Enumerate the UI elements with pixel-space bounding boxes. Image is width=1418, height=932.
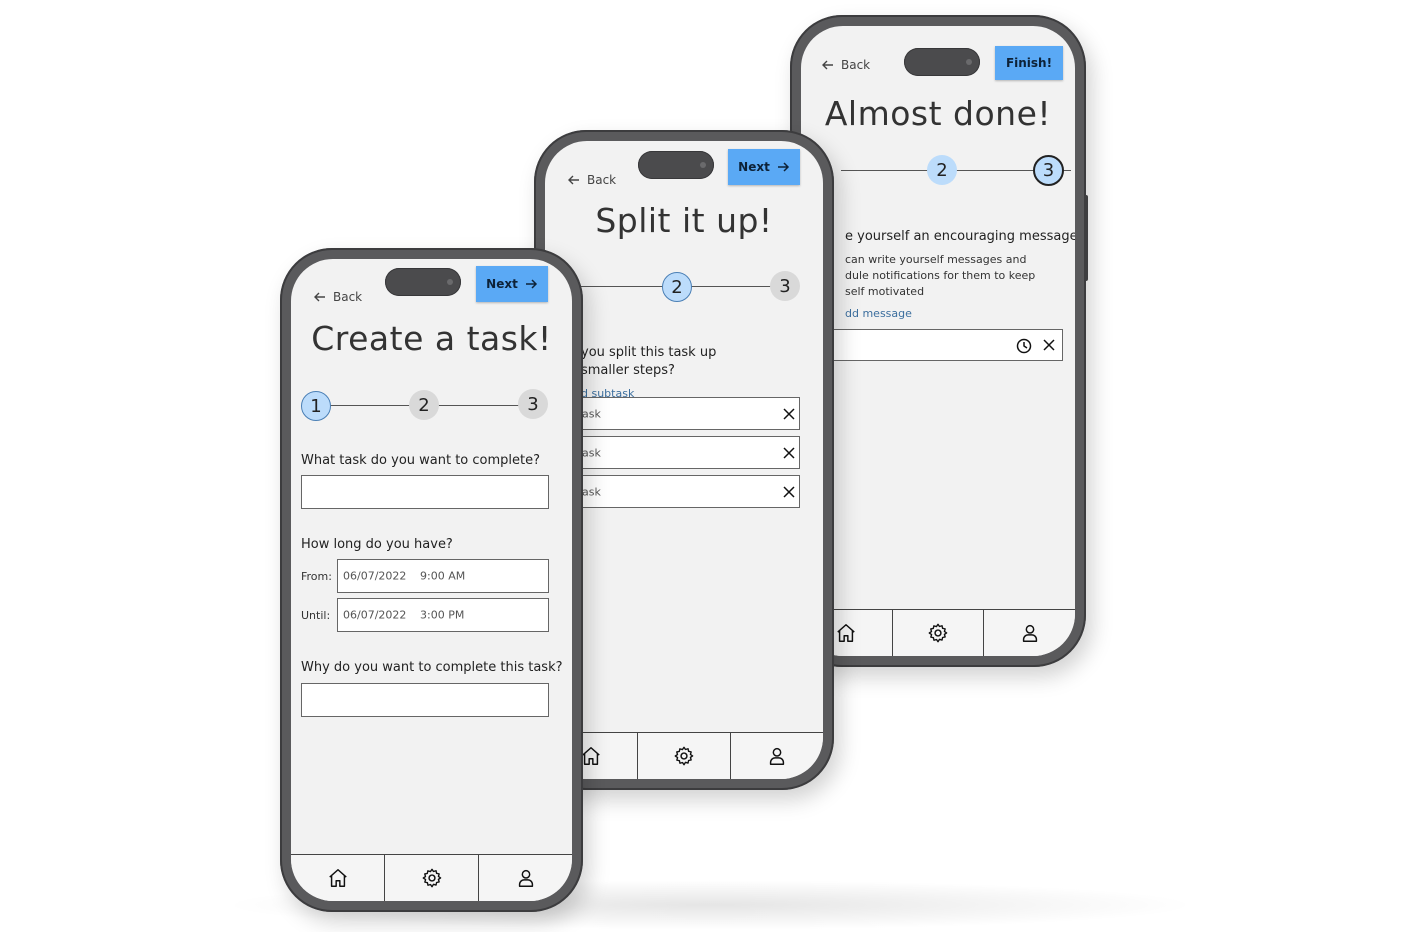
home-icon: [582, 747, 600, 765]
arrow-right-icon: [777, 162, 789, 172]
nav-settings[interactable]: [893, 610, 985, 656]
dynamic-island: [904, 48, 980, 76]
next-button[interactable]: Next: [728, 149, 800, 185]
screen: Back Finish! Almost done! 2 3 e yourself…: [801, 26, 1075, 656]
phone-step-1: Back Next Create a task! 1 2 3 What task…: [280, 248, 583, 912]
message-desc-2: dule notifications for them to keep: [845, 269, 1036, 282]
message-desc-3: self motivated: [845, 285, 925, 298]
back-label: Back: [333, 290, 363, 304]
step-3: 3: [518, 389, 548, 419]
dynamic-island: [638, 151, 714, 179]
home-icon: [328, 869, 347, 887]
phone-step-3: Back Finish! Almost done! 2 3 e yourself…: [790, 15, 1088, 667]
until-datetime-input[interactable]: 06/07/2022 3:00 PM: [337, 598, 549, 632]
user-icon: [518, 869, 533, 887]
subtask-placeholder: ask: [582, 407, 601, 420]
page-title: Split it up!: [595, 201, 773, 240]
until-date: 06/07/2022: [343, 608, 407, 622]
finish-button[interactable]: Finish!: [995, 46, 1063, 80]
subtask-placeholder: ask: [582, 485, 601, 498]
next-button[interactable]: Next: [476, 266, 548, 302]
nav-profile[interactable]: [479, 855, 572, 901]
from-label: From:: [301, 570, 332, 583]
nav-profile[interactable]: [984, 610, 1075, 656]
subtask-input-2[interactable]: ask: [573, 436, 800, 469]
arrow-left-icon: [314, 292, 325, 302]
why-question: Why do you want to complete this task?: [301, 660, 563, 675]
step-2: 2: [927, 155, 957, 185]
until-label: Until:: [301, 609, 331, 622]
from-datetime-input[interactable]: 06/07/2022 9:00 AM: [337, 559, 549, 593]
screen: Back Next Split it up! 2 3 you split thi…: [545, 141, 823, 779]
from-time: 9:00 AM: [420, 569, 466, 583]
gear-icon: [674, 746, 694, 766]
clock-icon[interactable]: [1016, 338, 1032, 354]
step-2: 2: [662, 272, 692, 302]
task-question: What task do you want to complete?: [301, 453, 541, 468]
message-desc-1: can write yourself messages and: [845, 253, 1027, 266]
nav-settings[interactable]: [385, 855, 479, 901]
close-icon[interactable]: [1042, 338, 1056, 352]
split-question-2: smaller steps?: [581, 363, 675, 378]
back-button[interactable]: Back: [313, 290, 362, 304]
task-input[interactable]: [301, 475, 549, 509]
subtask-input-3[interactable]: ask: [573, 475, 800, 508]
back-label: Back: [841, 58, 871, 72]
subtask-input-1[interactable]: ask: [573, 397, 800, 430]
step-3: 3: [770, 271, 800, 301]
add-message-link[interactable]: dd message: [845, 307, 912, 320]
page-title: Almost done!: [824, 94, 1052, 133]
arrow-left-icon: [568, 175, 579, 185]
close-icon[interactable]: [782, 407, 796, 421]
user-icon: [769, 747, 785, 765]
message-heading: e yourself an encouraging message: [845, 229, 1075, 244]
why-input[interactable]: [301, 683, 549, 717]
back-label: Back: [587, 173, 617, 187]
nav-home[interactable]: [291, 855, 385, 901]
subtask-placeholder: ask: [582, 446, 601, 459]
split-question-1: you split this task up: [581, 345, 717, 360]
screen: Back Next Create a task! 1 2 3 What task…: [291, 259, 572, 901]
nav-profile[interactable]: [731, 733, 823, 779]
next-label: Next: [738, 160, 770, 174]
until-time: 3:00 PM: [420, 608, 465, 622]
message-input[interactable]: [831, 329, 1063, 361]
close-icon[interactable]: [782, 485, 796, 499]
nav-settings[interactable]: [638, 733, 731, 779]
step-1: 1: [301, 391, 331, 421]
bottom-nav: [291, 854, 572, 901]
user-icon: [1022, 624, 1037, 642]
arrow-left-icon: [822, 60, 833, 70]
time-question: How long do you have?: [301, 537, 453, 552]
finish-label: Finish!: [1005, 56, 1053, 70]
next-label: Next: [486, 277, 518, 291]
back-button[interactable]: Back: [567, 173, 616, 187]
gear-icon: [928, 623, 948, 643]
home-icon: [837, 624, 856, 642]
step-3: 3: [1033, 155, 1064, 186]
gear-icon: [422, 868, 441, 888]
page-title: Create a task!: [311, 319, 552, 358]
back-button[interactable]: Back: [821, 58, 870, 72]
bottom-nav: [801, 609, 1075, 656]
dynamic-island: [385, 268, 461, 296]
close-icon[interactable]: [782, 446, 796, 460]
side-button: [1084, 195, 1088, 281]
arrow-right-icon: [525, 279, 537, 289]
step-2: 2: [409, 390, 439, 420]
from-date: 06/07/2022: [343, 569, 407, 583]
bottom-nav: [545, 732, 823, 779]
